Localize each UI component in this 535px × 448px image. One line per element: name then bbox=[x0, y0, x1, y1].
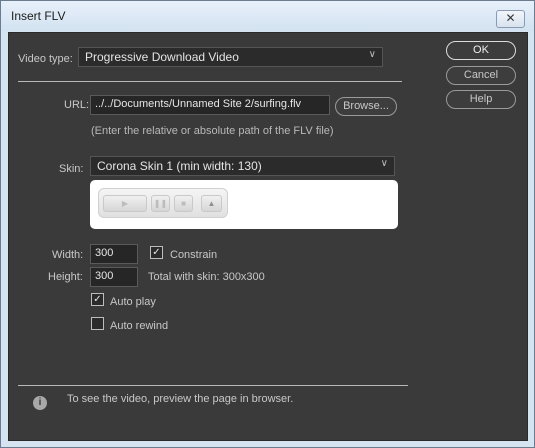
window-title: Insert FLV bbox=[11, 9, 66, 23]
player-controls-preview: ▶ ❚❚ ■ ▲ bbox=[98, 188, 228, 218]
video-type-select[interactable]: Progressive Download Video ∨ bbox=[78, 47, 383, 67]
pause-icon: ❚❚ bbox=[151, 195, 170, 212]
height-input[interactable]: 300 bbox=[90, 267, 138, 287]
play-icon: ▶ bbox=[103, 195, 147, 212]
title-bar[interactable]: Insert FLV ✕ bbox=[1, 1, 534, 31]
height-label: Height: bbox=[48, 271, 83, 283]
width-input[interactable]: 300 bbox=[90, 244, 138, 264]
chevron-down-icon: ∨ bbox=[368, 49, 376, 60]
width-label: Width: bbox=[52, 249, 84, 261]
skin-select[interactable]: Corona Skin 1 (min width: 130) ∨ bbox=[90, 156, 395, 176]
total-with-skin: Total with skin: 300x300 bbox=[148, 271, 265, 283]
auto-rewind-label: Auto rewind bbox=[110, 320, 169, 332]
url-label: URL: bbox=[64, 99, 90, 111]
video-type-label: Video type: bbox=[18, 53, 73, 65]
skin-preview: ▶ ❚❚ ■ ▲ bbox=[90, 180, 398, 229]
auto-play-label: Auto play bbox=[110, 296, 156, 308]
constrain-label: Constrain bbox=[170, 249, 218, 261]
ok-button[interactable]: OK bbox=[446, 41, 516, 60]
video-type-value: Progressive Download Video bbox=[85, 50, 239, 64]
url-hint: (Enter the relative or absolute path of … bbox=[91, 125, 334, 137]
chevron-down-icon: ∨ bbox=[380, 158, 388, 169]
dialog-body: Video type: Progressive Download Video ∨… bbox=[8, 32, 528, 441]
insert-flv-dialog: Insert FLV ✕ Video type: Progressive Dow… bbox=[0, 0, 535, 448]
auto-rewind-checkbox[interactable] bbox=[91, 317, 104, 330]
browse-button[interactable]: Browse... bbox=[335, 97, 397, 116]
separator-bottom bbox=[18, 385, 408, 386]
cancel-button[interactable]: Cancel bbox=[446, 66, 516, 85]
info-icon: i bbox=[33, 396, 47, 410]
separator-top bbox=[18, 81, 402, 82]
volume-icon: ▲ bbox=[201, 195, 222, 212]
help-button[interactable]: Help bbox=[446, 90, 516, 109]
footer-note: To see the video, preview the page in br… bbox=[67, 393, 294, 405]
constrain-checkbox[interactable]: ✓ bbox=[150, 246, 163, 259]
skin-value: Corona Skin 1 (min width: 130) bbox=[97, 159, 262, 173]
auto-play-checkbox[interactable]: ✓ bbox=[91, 293, 104, 306]
close-button[interactable]: ✕ bbox=[496, 10, 525, 28]
close-icon: ✕ bbox=[505, 11, 516, 25]
stop-icon: ■ bbox=[174, 195, 193, 212]
skin-label: Skin: bbox=[59, 163, 84, 175]
url-input[interactable]: ../../Documents/Unnamed Site 2/surfing.f… bbox=[90, 95, 330, 115]
